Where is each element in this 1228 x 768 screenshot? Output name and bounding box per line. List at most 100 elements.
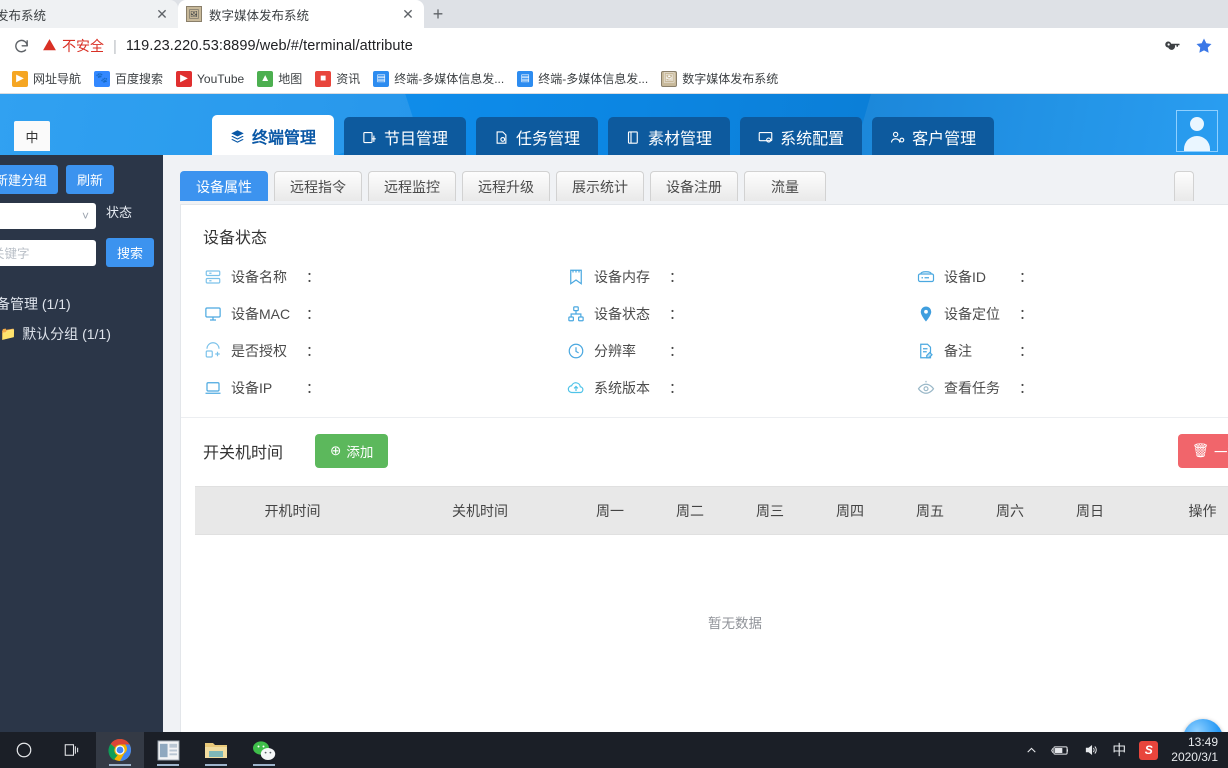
key-icon[interactable] (1162, 36, 1182, 56)
nav-tab-material-management[interactable]: 素材管理 (608, 117, 731, 155)
chevron-up-icon[interactable] (1025, 744, 1038, 757)
taskbar-active-underline (205, 764, 227, 766)
cloud-upload-icon (566, 379, 585, 398)
not-secure-badge[interactable]: 不安全 (42, 36, 104, 56)
browser-tab-1[interactable]: 媒体发布系统 ✕ (0, 0, 178, 28)
star-icon[interactable] (1194, 36, 1214, 56)
refresh-button[interactable]: 刷新 (66, 165, 115, 194)
sub-tab-remote-command[interactable]: 远程指令 (274, 171, 362, 201)
power-schedule-title: 开关机时间 (203, 445, 284, 462)
col-operation[interactable]: 操作 (1130, 486, 1228, 535)
device-status-grid: 设备名称 ： 设备内存 ： 设备ID ： 设备MAC ： 设备状态 ： 设备定位… (181, 248, 1228, 403)
status-select[interactable]: ˅ (0, 203, 96, 229)
app-window-taskbar-icon[interactable] (144, 732, 192, 768)
system-tray: 中 S 13:49 2020/3/1 (1025, 735, 1228, 765)
field-colon: ： (669, 343, 683, 359)
field-system-version: 系统版本 ： (566, 373, 916, 403)
col-wednesday[interactable]: 周三 (730, 486, 810, 535)
start-icon[interactable] (0, 732, 48, 768)
sub-tab-remote-upgrade[interactable]: 远程升级 (462, 171, 550, 201)
table-empty-row: 暂无数据 (195, 535, 1228, 710)
bookmarks-bar: ▶ 网址导航 🐾 百度搜索 ▶ YouTube ▲ 地图 ■ 资讯 ▤ 终端-多… (0, 64, 1228, 94)
nav-tab-label: 素材管理 (648, 131, 713, 148)
col-power-off-time[interactable]: 关机时间 (390, 486, 570, 535)
field-colon: ： (669, 269, 683, 285)
sub-tab-remote-monitor[interactable]: 远程监控 (368, 171, 456, 201)
clear-all-button[interactable]: 🗑 一键清空 (1177, 434, 1228, 468)
wechat-taskbar-icon[interactable] (240, 732, 288, 768)
laptop-icon (203, 379, 222, 398)
taskbar-clock[interactable]: 13:49 2020/3/1 (1171, 735, 1218, 765)
tree-node-device-management[interactable]: 设备管理 (1/1) (0, 289, 163, 319)
col-sunday[interactable]: 周日 (1050, 486, 1130, 535)
new-tab-button[interactable]: + (424, 0, 452, 28)
col-thursday[interactable]: 周四 (810, 486, 890, 535)
col-tuesday[interactable]: 周二 (650, 486, 730, 535)
browser-tab-2[interactable]: 🖼 数字媒体发布系统 ✕ (178, 0, 424, 28)
nav-tab-task-management[interactable]: 任务管理 (476, 117, 599, 155)
address-bar[interactable]: 不安全 | 119.23.220.53:8899/web/#/terminal/… (42, 32, 1154, 60)
nav-tab-program-management[interactable]: 节目管理 (344, 117, 467, 155)
tree-node-default-group[interactable]: 📁 默认分组 (1/1) (0, 319, 163, 349)
bookmark-item[interactable]: ▤ 终端-多媒体信息发... (511, 67, 654, 90)
col-friday[interactable]: 周五 (890, 486, 970, 535)
field-resolution: 分辨率 ： (566, 336, 916, 366)
tab-favicon: 🖼 (186, 6, 202, 22)
task-icon (494, 130, 509, 145)
bookmark-item[interactable]: ▶ YouTube (170, 68, 250, 90)
nav-tab-customer-management[interactable]: 客户管理 (872, 117, 995, 155)
sogou-icon[interactable]: S (1139, 740, 1159, 760)
volume-icon[interactable] (1083, 743, 1099, 757)
new-group-button[interactable]: 新建分组 (0, 165, 59, 194)
bookmark-item[interactable]: 🖼 数字媒体发布系统 (655, 67, 784, 90)
sub-tab-device-registration[interactable]: 设备注册 (650, 171, 738, 201)
bookmark-item[interactable]: ▤ 终端-多媒体信息发... (367, 67, 510, 90)
id-card-icon (916, 268, 935, 287)
nav-tab-system-settings[interactable]: 系统配置 (740, 117, 863, 155)
device-status-title: 设备状态 (203, 230, 268, 247)
add-schedule-button[interactable]: ⊕ 添加 (315, 434, 389, 468)
field-colon: ： (306, 380, 320, 396)
bookmark-label: 终端-多媒体信息发... (538, 72, 649, 86)
bookmark-label: 地图 (278, 72, 303, 86)
field-colon: ： (306, 343, 320, 359)
search-input[interactable]: 关键字 (0, 239, 96, 266)
user-avatar-icon[interactable] (1176, 110, 1218, 152)
add-button-label: 添加 (346, 445, 374, 460)
field-device-id: 设备ID ： (916, 262, 1228, 292)
language-toggle[interactable]: 中 (14, 121, 50, 151)
ime-indicator[interactable]: 中 (1112, 740, 1126, 760)
field-colon: ： (306, 269, 320, 285)
status-label: 状态 (106, 205, 133, 220)
tab-close-icon[interactable]: ✕ (400, 6, 416, 22)
sub-tab-display-statistics[interactable]: 展示统计 (556, 171, 644, 201)
col-saturday[interactable]: 周六 (970, 486, 1050, 535)
tab-close-icon[interactable]: ✕ (154, 6, 170, 22)
customer-icon (890, 130, 905, 145)
chrome-taskbar-icon[interactable] (96, 732, 144, 768)
table-header-row: 开机时间 关机时间 周一 周二 周三 周四 周五 周六 周日 操作 (195, 486, 1228, 535)
bookmark-item[interactable]: 🐾 百度搜索 (88, 67, 169, 90)
bookmark-item[interactable]: ▲ 地图 (251, 67, 308, 90)
file-explorer-taskbar-icon[interactable] (192, 732, 240, 768)
bookmark-label: 网址导航 (33, 72, 82, 86)
clock-time: 13:49 (1187, 735, 1218, 749)
field-label: 设备ID (944, 269, 986, 285)
task-view-icon[interactable] (48, 732, 96, 768)
sub-tab-overflow[interactable] (1174, 171, 1194, 201)
bookmark-item[interactable]: ■ 资讯 (309, 67, 366, 90)
power-schedule-table-wrap: 开机时间 关机时间 周一 周二 周三 周四 周五 周六 周日 操作 暂无数据 (195, 486, 1228, 710)
bookmark-item[interactable]: ▶ 网址导航 (6, 67, 87, 90)
note-icon (916, 342, 935, 361)
col-monday[interactable]: 周一 (570, 486, 650, 535)
url-text: 119.23.220.53:8899/web/#/terminal/attrib… (125, 38, 413, 54)
sub-tab-traffic[interactable]: 流量 (744, 171, 826, 201)
device-group-tree: 设备管理 (1/1) 📁 默认分组 (1/1) (0, 289, 163, 349)
nav-tab-terminal-management[interactable]: 终端管理 (212, 115, 335, 155)
reload-icon[interactable] (8, 33, 34, 59)
sub-tab-device-attribute[interactable]: 设备属性 (180, 171, 268, 201)
col-power-on-time[interactable]: 开机时间 (195, 486, 390, 535)
search-button[interactable]: 搜索 (106, 238, 155, 267)
battery-icon[interactable] (1051, 744, 1070, 757)
field-label: 设备MAC (231, 306, 291, 322)
